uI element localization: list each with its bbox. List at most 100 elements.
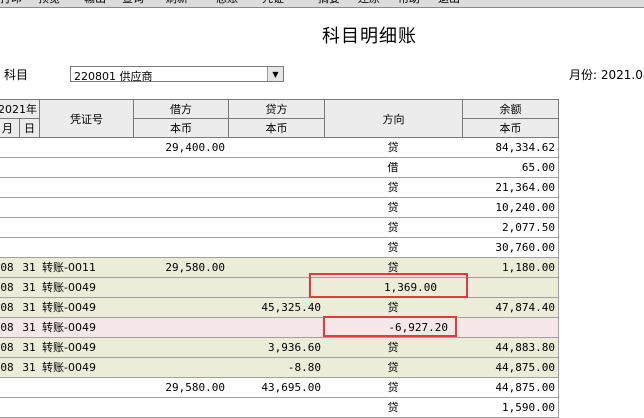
table-cell-debit[interactable]: 29,580.00 xyxy=(133,258,229,278)
toolbar-print-button[interactable]: 打印 xyxy=(0,0,22,5)
table-cell-voucher[interactable] xyxy=(39,398,134,418)
table-cell-balance[interactable]: 84,334.62 xyxy=(462,138,559,158)
table-cell-debit[interactable] xyxy=(133,338,229,358)
table-cell-balance[interactable]: 44,883.80 xyxy=(462,338,559,358)
table-cell-voucher[interactable] xyxy=(39,178,134,198)
table-cell-debit[interactable]: 29,580.00 xyxy=(133,378,229,398)
table-cell-debit[interactable] xyxy=(133,318,229,338)
voucher-header[interactable]: 凭证号 xyxy=(39,99,134,138)
table-cell-direction[interactable]: 贷 xyxy=(324,178,463,198)
table-cell-balance[interactable]: 1,590.00 xyxy=(462,398,559,418)
table-cell-voucher[interactable] xyxy=(39,138,134,158)
table-cell-credit[interactable] xyxy=(228,158,325,178)
table-cell-direction[interactable]: 贷 xyxy=(324,398,463,418)
table-cell-voucher[interactable]: 转账-0049 xyxy=(39,318,134,338)
toolbar-ledger-button[interactable]: 总账 xyxy=(216,0,238,5)
table-cell-day[interactable]: 31 xyxy=(19,278,40,298)
table-cell-day[interactable]: 31 xyxy=(19,258,40,278)
table-cell-credit[interactable] xyxy=(228,178,325,198)
balance-header[interactable]: 余额 xyxy=(462,99,559,119)
table-cell-direction[interactable]: 贷 xyxy=(324,238,463,258)
table-cell-day[interactable] xyxy=(19,398,40,418)
table-cell-direction[interactable]: 贷 xyxy=(324,198,463,218)
table-cell-voucher[interactable]: 转账-0049 xyxy=(39,278,134,298)
table-cell-balance[interactable]: 65.00 xyxy=(462,158,559,178)
table-cell-day[interactable] xyxy=(19,218,40,238)
table-cell-month[interactable] xyxy=(0,218,20,238)
table-cell-voucher[interactable] xyxy=(39,158,134,178)
table-cell-debit[interactable] xyxy=(133,238,229,258)
table-cell-month[interactable]: 08 xyxy=(0,358,20,378)
table-cell-direction[interactable]: 贷 xyxy=(324,358,463,378)
table-cell-credit[interactable]: -8.80 xyxy=(228,358,325,378)
table-cell-month[interactable] xyxy=(0,138,20,158)
table-cell-day[interactable]: 31 xyxy=(19,298,40,318)
table-cell-day[interactable] xyxy=(19,198,40,218)
table-cell-balance[interactable]: 10,240.00 xyxy=(462,198,559,218)
table-cell-balance[interactable]: 1,180.00 xyxy=(462,258,559,278)
table-cell-credit[interactable] xyxy=(228,398,325,418)
table-cell-credit[interactable] xyxy=(228,318,325,338)
toolbar-exit-button[interactable]: 退出 xyxy=(438,0,460,5)
toolbar-voucher-button[interactable]: 凭证 xyxy=(262,0,284,5)
table-cell-direction[interactable]: 贷 xyxy=(324,298,463,318)
table-cell-debit[interactable]: 29,400.00 xyxy=(133,138,229,158)
toolbar-summary-button[interactable]: 摘要 xyxy=(318,0,340,5)
table-cell-balance[interactable]: 47,874.40 xyxy=(462,298,559,318)
table-cell-voucher[interactable] xyxy=(39,238,134,258)
table-cell-credit[interactable]: 45,325.40 xyxy=(228,298,325,318)
table-cell-day[interactable]: 31 xyxy=(19,318,40,338)
table-cell-debit[interactable] xyxy=(133,358,229,378)
table-cell-credit[interactable] xyxy=(228,238,325,258)
table-cell-balance[interactable]: 44,875.00 xyxy=(462,378,559,398)
table-cell-credit[interactable] xyxy=(228,138,325,158)
toolbar-export-button[interactable]: 输出 xyxy=(84,0,106,5)
table-cell-debit[interactable] xyxy=(133,198,229,218)
table-cell-debit[interactable] xyxy=(133,398,229,418)
table-cell-voucher[interactable]: 转账-0049 xyxy=(39,298,134,318)
table-cell-voucher[interactable] xyxy=(39,378,134,398)
table-cell-balance[interactable] xyxy=(462,278,559,298)
table-cell-month[interactable] xyxy=(0,198,20,218)
table-cell-month[interactable] xyxy=(0,398,20,418)
toolbar-restore-button[interactable]: 还原 xyxy=(358,0,380,5)
table-cell-month[interactable]: 08 xyxy=(0,318,20,338)
table-cell-credit[interactable]: 3,936.60 xyxy=(228,338,325,358)
table-cell-month[interactable]: 08 xyxy=(0,298,20,318)
table-cell-credit[interactable] xyxy=(228,198,325,218)
table-cell-month[interactable] xyxy=(0,158,20,178)
table-cell-voucher[interactable]: 转账-0049 xyxy=(39,338,134,358)
table-cell-day[interactable] xyxy=(19,158,40,178)
table-cell-day[interactable] xyxy=(19,138,40,158)
chevron-down-icon[interactable]: ▼ xyxy=(267,67,283,81)
table-cell-debit[interactable] xyxy=(133,178,229,198)
table-cell-direction[interactable]: 贷 xyxy=(324,138,463,158)
table-cell-voucher[interactable]: 转账-0049 xyxy=(39,358,134,378)
table-cell-debit[interactable] xyxy=(133,218,229,238)
toolbar-query-button[interactable]: 查询 xyxy=(122,0,144,5)
table-cell-direction[interactable]: 借 xyxy=(324,158,463,178)
table-cell-day[interactable] xyxy=(19,238,40,258)
table-cell-credit[interactable]: 43,695.00 xyxy=(228,378,325,398)
direction-header[interactable]: 方向 xyxy=(324,99,463,138)
toolbar-help-button[interactable]: 帮助 xyxy=(398,0,420,5)
debit-header[interactable]: 借方 xyxy=(133,99,229,119)
table-cell-month[interactable] xyxy=(0,238,20,258)
table-cell-voucher[interactable] xyxy=(39,218,134,238)
table-cell-month[interactable]: 08 xyxy=(0,338,20,358)
table-cell-day[interactable]: 31 xyxy=(19,358,40,378)
table-cell-balance[interactable] xyxy=(462,318,559,338)
credit-header[interactable]: 贷方 xyxy=(228,99,325,119)
table-cell-balance[interactable]: 21,364.00 xyxy=(462,178,559,198)
table-cell-day[interactable]: 31 xyxy=(19,338,40,358)
table-cell-debit[interactable] xyxy=(133,278,229,298)
table-cell-debit[interactable] xyxy=(133,158,229,178)
table-cell-balance[interactable]: 44,875.00 xyxy=(462,358,559,378)
toolbar-refresh-button[interactable]: 刷新 xyxy=(166,0,188,5)
table-cell-direction[interactable]: 贷 xyxy=(324,338,463,358)
table-cell-direction[interactable]: 贷 xyxy=(324,378,463,398)
table-cell-voucher[interactable]: 转账-0011 xyxy=(39,258,134,278)
toolbar-preview-button[interactable]: 预览 xyxy=(38,0,60,5)
table-cell-month[interactable] xyxy=(0,178,20,198)
table-cell-credit[interactable] xyxy=(228,218,325,238)
